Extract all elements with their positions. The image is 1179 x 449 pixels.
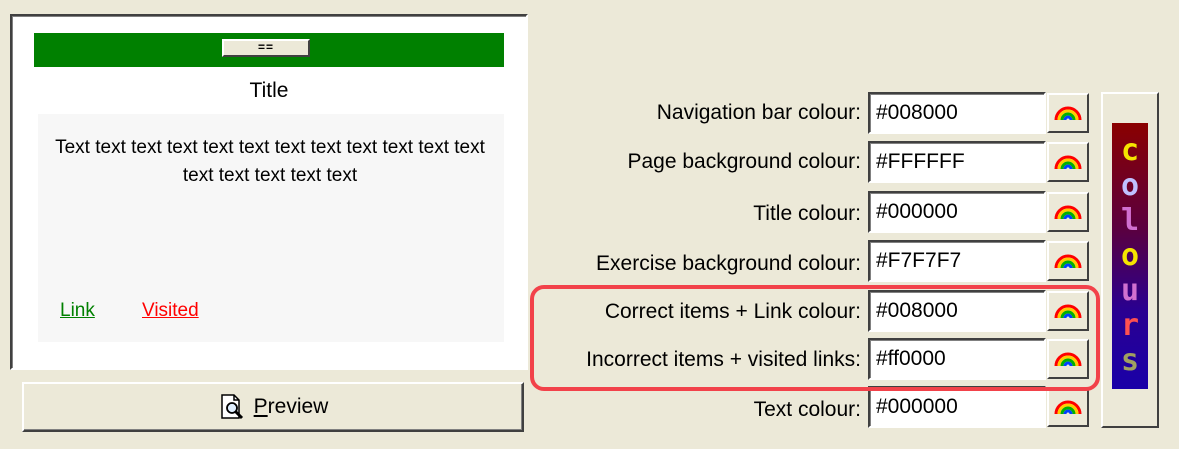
colours-banner: colours [1112,123,1148,389]
banner-letter: c [1120,133,1140,168]
exercise-background-colour-label: Exercise background colour: [596,252,861,275]
magnifier-document-icon [218,393,246,421]
preview-button-label: Preview [253,395,329,418]
navigation-bar-colour-label: Navigation bar colour: [656,101,861,124]
banner-letter: u [1120,273,1140,308]
banner-letter: o [1120,238,1140,273]
navigation-bar-preview: == [34,33,504,67]
title-preview: Title [249,79,289,102]
banner-letter: l [1120,203,1140,238]
exercise-background-colour-picker-button[interactable] [1047,241,1089,281]
link-sample: Link [60,300,95,321]
rainbow-icon [1053,100,1083,127]
title-colour-input[interactable]: #000000 [868,191,1046,233]
banner-letter: r [1120,308,1140,343]
page-background-colour-label: Page background colour: [627,150,862,173]
navigation-bar-colour-picker-button[interactable] [1047,93,1089,133]
colour-settings-panel: == Title Text text text text text text t… [0,0,1179,449]
page-background-colour-input[interactable]: #FFFFFF [868,141,1046,183]
banner-letter: o [1120,168,1140,203]
text-colour-label: Text colour: [753,398,861,421]
preview-pane: == Title Text text text text text text t… [10,14,528,370]
visited-link-sample: Visited [142,300,199,321]
navigation-bar-colour-input[interactable]: #008000 [868,92,1046,134]
nav-button-preview: == [222,39,310,57]
colours-banner-button[interactable]: colours [1101,92,1159,428]
title-colour-picker-button[interactable] [1047,192,1089,232]
rainbow-icon [1053,199,1083,226]
banner-letter: s [1120,343,1140,378]
rainbow-icon [1053,149,1083,176]
text-colour-input[interactable]: #000000 [868,386,1046,428]
exercise-background-colour-input[interactable]: #F7F7F7 [868,240,1046,282]
title-colour-label: Title colour: [753,202,861,225]
rainbow-icon [1053,248,1083,275]
page-background-colour-picker-button[interactable] [1047,142,1089,182]
exercise-text-preview: Text text text text text text text text … [55,137,485,186]
exercise-background-preview: Text text text text text text text text … [38,114,504,342]
rainbow-icon [1053,394,1083,421]
text-colour-picker-button[interactable] [1047,387,1089,427]
highlight-outline [530,285,1100,391]
preview-button[interactable]: Preview [22,382,524,432]
